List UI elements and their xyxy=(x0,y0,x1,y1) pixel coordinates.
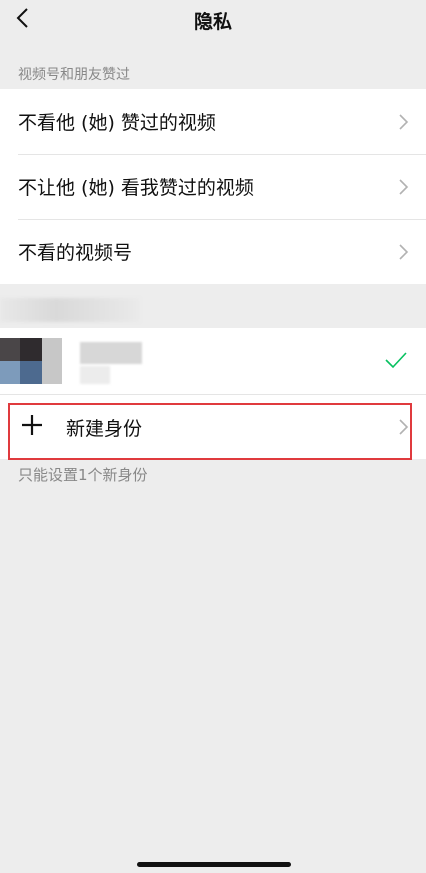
row-hide-their-likes[interactable]: 不看他 (她) 赞过的视频 xyxy=(0,89,426,154)
avatar xyxy=(0,338,62,384)
blurred-name-label xyxy=(0,298,140,322)
row-hide-my-likes[interactable]: 不让他 (她) 看我赞过的视频 xyxy=(0,154,426,219)
nav-bar: 隐私 xyxy=(0,0,426,40)
footer-note: 只能设置1个新身份 xyxy=(18,466,148,484)
chevron-right-icon xyxy=(399,418,409,435)
chevron-right-icon xyxy=(399,178,409,195)
blurred-identity-subtext xyxy=(80,366,110,384)
chevron-right-icon xyxy=(399,243,409,260)
home-indicator xyxy=(137,862,291,867)
check-icon xyxy=(385,352,407,369)
plus-icon xyxy=(22,415,42,435)
identity-row[interactable] xyxy=(0,328,426,394)
blurred-identity-name xyxy=(80,342,142,364)
row-hidden-channels[interactable]: 不看的视频号 xyxy=(0,219,426,284)
chevron-right-icon xyxy=(399,113,409,130)
settings-group: 不看他 (她) 赞过的视频 不让他 (她) 看我赞过的视频 不看的视频号 xyxy=(0,89,426,284)
section-label: 视频号和朋友赞过 xyxy=(18,67,130,83)
row-label: 不看的视频号 xyxy=(18,242,133,264)
page-title: 隐私 xyxy=(193,10,232,33)
new-identity-label: 新建身份 xyxy=(66,418,143,440)
new-identity-row[interactable]: 新建身份 xyxy=(0,394,426,459)
row-label: 不让他 (她) 看我赞过的视频 xyxy=(18,177,254,199)
chevron-left-icon[interactable] xyxy=(10,4,38,32)
row-label: 不看他 (她) 赞过的视频 xyxy=(18,112,216,134)
